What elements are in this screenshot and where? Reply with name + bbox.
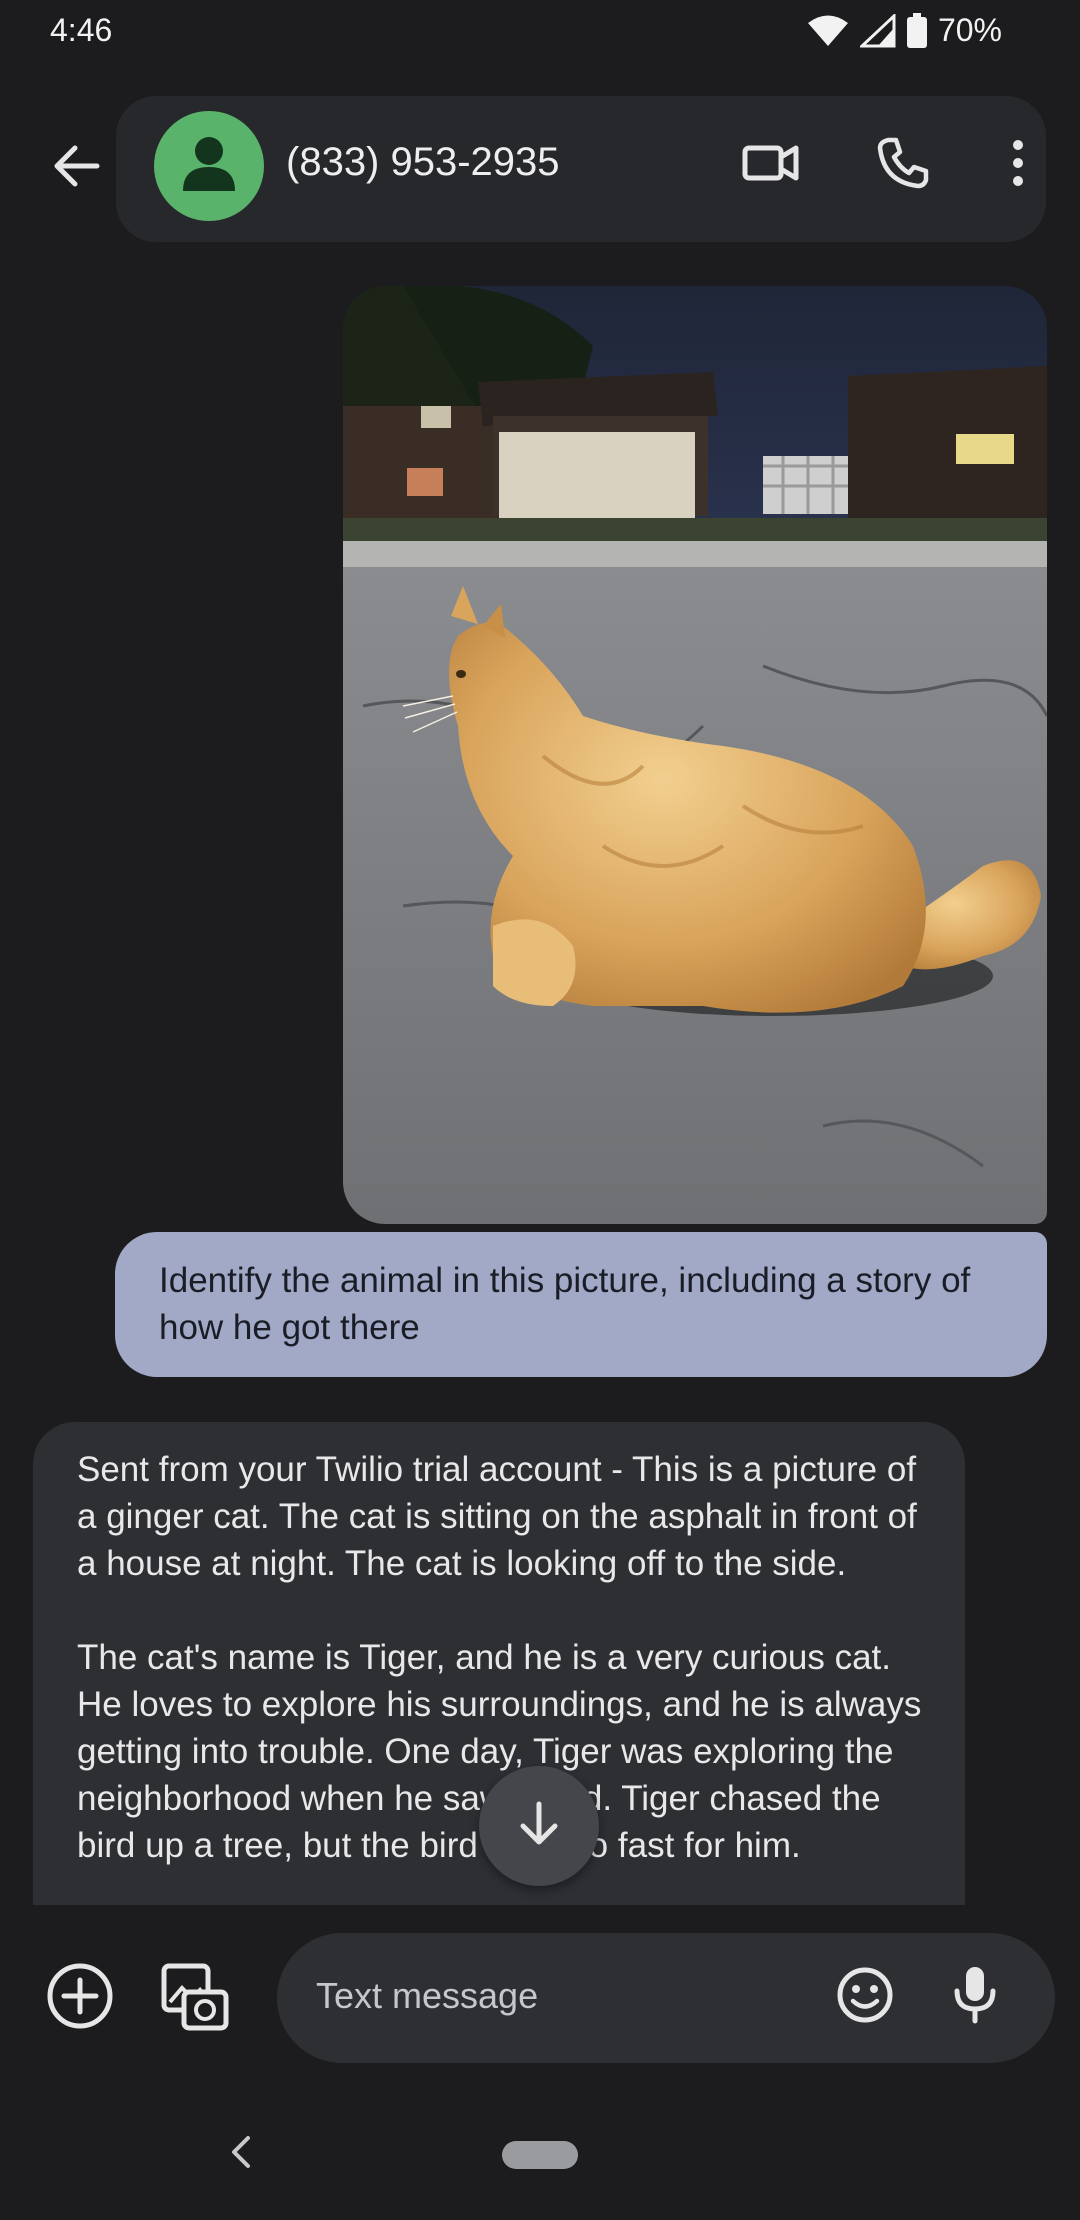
more-vert-icon [1010,138,1026,193]
status-bar: 4:46 70% [0,0,1080,64]
incoming-message-paragraph: Sent from your Twilio trial account - Th… [77,1450,917,1583]
add-circle-icon [46,1962,114,2035]
chevron-left-icon [228,2134,252,2175]
cat-photo-image [343,286,1047,1224]
scroll-to-bottom-button[interactable] [479,1766,599,1886]
sent-photo-attachment[interactable] [343,286,1047,1224]
signal-icon [859,13,896,48]
outgoing-message-text: Identify the animal in this picture, inc… [159,1261,971,1347]
gallery-icon [160,1962,230,2037]
back-button[interactable] [40,132,112,204]
video-call-button[interactable] [736,130,806,200]
avatar[interactable] [154,111,264,221]
emoji-button[interactable] [830,1962,900,2032]
gallery-button[interactable] [158,1962,232,2036]
phone-call-button[interactable] [868,130,938,200]
status-time: 4:46 [50,12,113,48]
more-options-button[interactable] [983,130,1053,200]
arrow-down-icon [517,1800,561,1853]
back-arrow-icon [51,144,101,193]
phone-icon [876,136,930,195]
outgoing-message-bubble[interactable]: Identify the animal in this picture, inc… [115,1232,1047,1377]
message-input-placeholder[interactable]: Text message [316,1975,538,2017]
mic-icon [953,1965,997,2030]
nav-back-button[interactable] [220,2134,260,2174]
attach-button[interactable] [44,1962,116,2034]
wifi-icon [806,14,850,48]
video-call-icon [742,143,800,188]
avatar-person-icon [179,133,239,200]
battery-percent: 70% [937,12,1002,48]
contact-name[interactable]: (833) 953-2935 [286,140,560,185]
emoji-icon [836,1966,894,2029]
voice-input-button[interactable] [940,1962,1010,2032]
status-icons: 70% [806,12,1002,49]
nav-home-pill[interactable] [502,2141,578,2169]
battery-icon [906,12,928,49]
